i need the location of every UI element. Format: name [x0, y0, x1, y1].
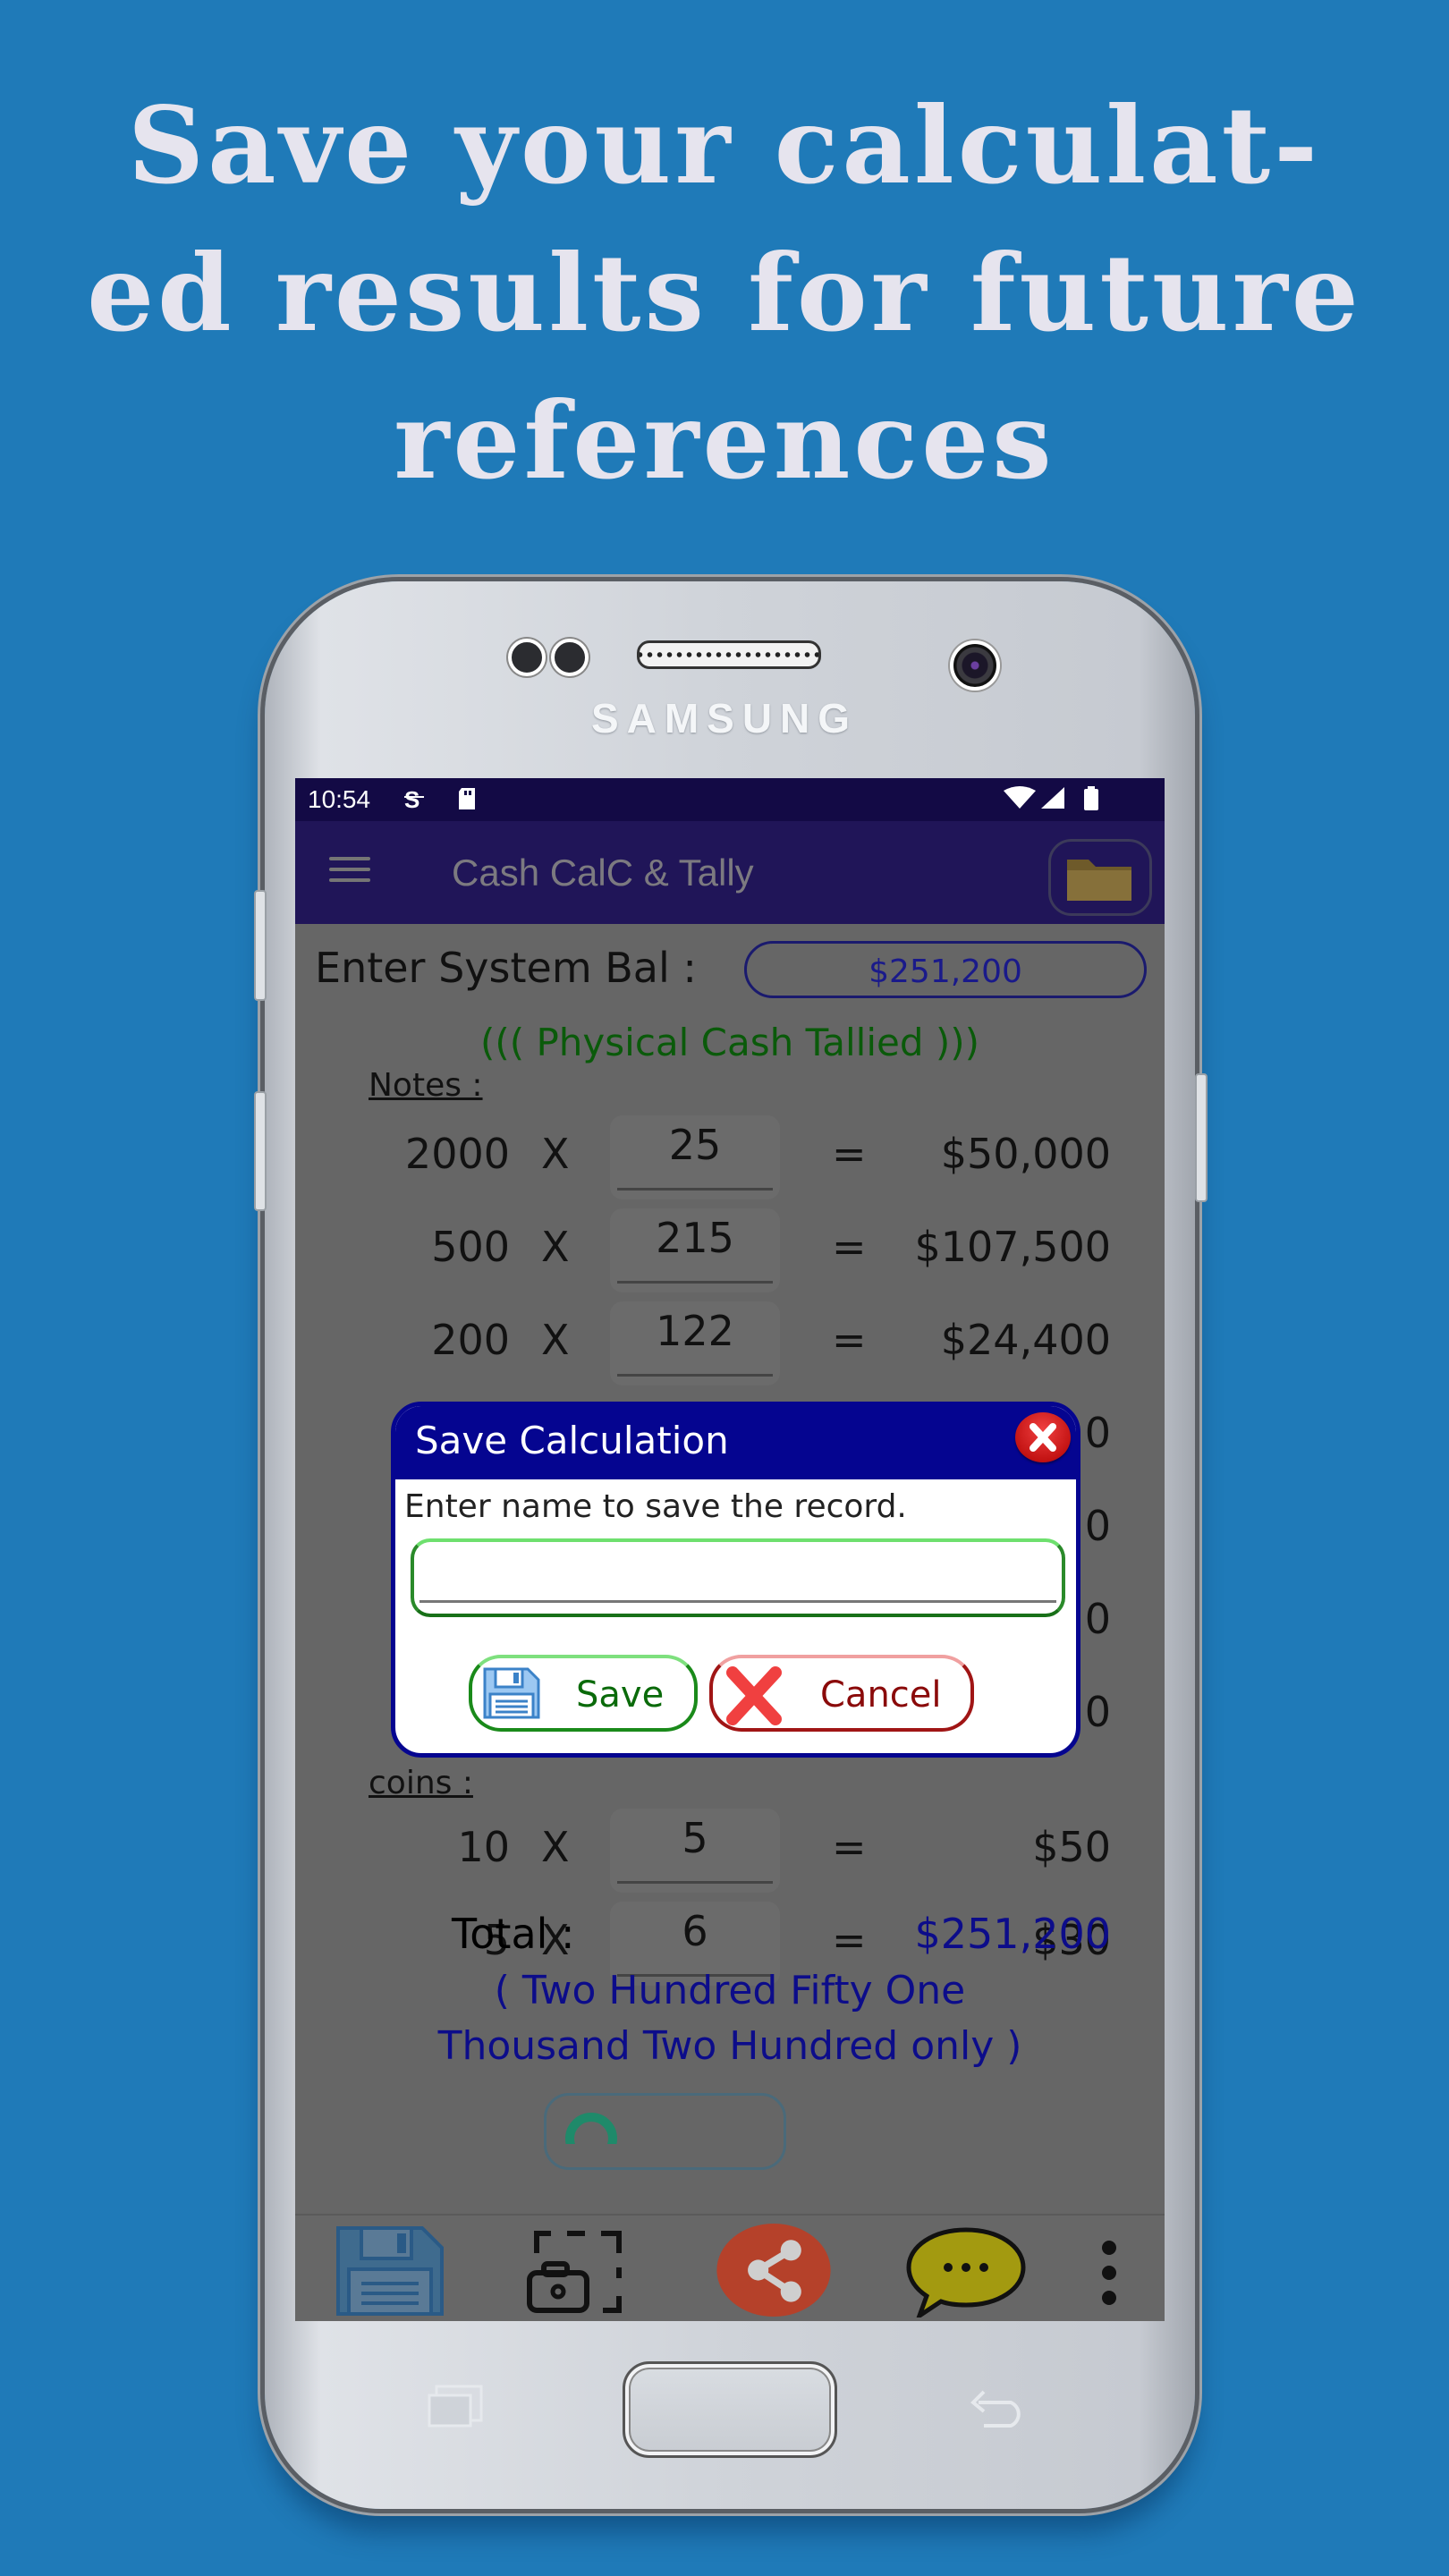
note-denomination: 500	[431, 1223, 510, 1271]
note-denomination: 200	[431, 1316, 510, 1364]
note-quantity-input[interactable]: 122	[610, 1301, 780, 1385]
close-icon	[1030, 1423, 1056, 1452]
multiply-sign: X	[541, 1130, 570, 1178]
total-value: $251,200	[914, 1910, 1112, 1958]
equals-sign: =	[832, 1316, 867, 1364]
sd-card-icon	[456, 785, 478, 818]
power-button	[1195, 1073, 1208, 1202]
clear-button[interactable]	[544, 2093, 786, 2170]
bottom-toolbar	[295, 2214, 1165, 2321]
coin-quantity-value: 5	[682, 1814, 708, 1862]
total-label: Total :	[452, 1910, 575, 1958]
total-words-line-1: ( Two Hundred Fifty One	[494, 1968, 966, 2013]
volume-up-button	[254, 890, 267, 1001]
light-sensor-icon	[551, 639, 589, 676]
note-quantity-value: 25	[668, 1121, 722, 1169]
sync-s-icon: S	[402, 785, 426, 818]
hidden-amount-suffix: 0	[1084, 1595, 1111, 1643]
coin-quantity-input[interactable]: 5	[610, 1809, 780, 1893]
coin-denomination: 10	[457, 1823, 510, 1871]
save-calculation-dialog: Save Calculation Enter name to save the …	[391, 1402, 1080, 1758]
save-floppy-icon	[483, 1667, 540, 1719]
cancel-x-icon	[726, 1666, 782, 1725]
note-amount: $107,500	[914, 1223, 1112, 1271]
record-name-field[interactable]	[411, 1538, 1065, 1617]
tally-status: ((( Physical Cash Tallied )))	[479, 1021, 980, 1064]
hidden-amount-suffix: 0	[1084, 1409, 1111, 1457]
note-row: 2000 X 25 = $50,000	[295, 1112, 1165, 1201]
volume-down-button	[254, 1091, 267, 1211]
save-button[interactable]: Save	[469, 1655, 698, 1732]
device-brand-logo: SAMSUNG	[590, 695, 859, 741]
note-amount: $24,400	[940, 1316, 1111, 1364]
battery-icon	[1082, 785, 1100, 818]
earpiece-speaker	[637, 640, 821, 669]
hidden-amount-suffix: 0	[1084, 1688, 1111, 1736]
total-in-words: ( Two Hundred Fifty One Thousand Two Hun…	[295, 1963, 1165, 2074]
note-quantity-input[interactable]: 25	[610, 1115, 780, 1199]
hidden-amount-suffix: 0	[1084, 1502, 1111, 1550]
home-button[interactable]	[623, 2361, 837, 2458]
wifi-icon	[1004, 785, 1036, 818]
multiply-sign: X	[541, 1223, 570, 1271]
svg-text:S: S	[404, 786, 419, 812]
cancel-button[interactable]: Cancel	[709, 1655, 974, 1732]
note-row: 500 X 215 = $107,500	[295, 1205, 1165, 1294]
equals-sign: =	[832, 1130, 867, 1178]
share-icon[interactable]	[711, 2223, 836, 2318]
headline-line-2: ed results for future	[87, 231, 1362, 355]
promo-headline: Save your calculat- ed results for futur…	[0, 72, 1449, 514]
system-balance-input[interactable]: $251,200	[744, 941, 1147, 998]
total-words-line-2: Thousand Two Hundred only )	[437, 2023, 1022, 2069]
signal-icon	[1039, 785, 1066, 818]
record-name-input[interactable]	[425, 1549, 1046, 1596]
note-row: 200 X 122 = $24,400	[295, 1298, 1165, 1387]
status-time: 10:54	[308, 785, 371, 813]
open-records-button[interactable]	[1048, 839, 1152, 916]
equals-sign: =	[832, 1823, 867, 1871]
dialog-close-button[interactable]	[1015, 1412, 1071, 1462]
save-floppy-icon[interactable]	[331, 2223, 447, 2318]
front-camera-icon	[950, 640, 1000, 691]
input-underline	[419, 1600, 1056, 1603]
coin-amount: $50	[1032, 1823, 1111, 1871]
note-quantity-value: 215	[656, 1214, 734, 1262]
coins-section-label: coins :	[369, 1765, 473, 1801]
save-button-label: Save	[576, 1674, 665, 1716]
dialog-prompt: Enter name to save the record.	[404, 1488, 907, 1525]
note-quantity-value: 122	[656, 1307, 734, 1355]
coin-row: 10 X 5 = $50	[295, 1805, 1165, 1894]
screenshot-camera-icon[interactable]	[526, 2223, 642, 2318]
note-amount: $50,000	[940, 1130, 1111, 1178]
multiply-sign: X	[541, 1823, 570, 1871]
multiply-sign: X	[541, 1316, 570, 1364]
cancel-button-label: Cancel	[820, 1674, 942, 1716]
notes-section-label: Notes :	[369, 1067, 483, 1104]
app-bar: Cash CalC & Tally	[295, 821, 1165, 924]
hamburger-menu-icon[interactable]	[329, 857, 370, 884]
system-balance-label: Enter System Bal :	[315, 944, 697, 992]
folder-icon	[1067, 860, 1131, 901]
status-bar: 10:54 S	[295, 778, 1165, 821]
app-title: Cash CalC & Tally	[452, 852, 754, 894]
coin-quantity-value: 6	[682, 1907, 708, 1955]
dialog-header: Save Calculation	[395, 1406, 1076, 1479]
clear-icon	[565, 2113, 617, 2144]
back-key-icon	[970, 2390, 1021, 2428]
note-denomination: 2000	[404, 1130, 510, 1178]
headline-line-1: Save your calculat-	[127, 83, 1322, 208]
dialog-title: Save Calculation	[415, 1419, 729, 1462]
note-quantity-input[interactable]: 215	[610, 1208, 780, 1292]
recent-apps-key-icon	[428, 2385, 483, 2428]
equals-sign: =	[832, 1223, 867, 1271]
headline-line-3: references	[394, 378, 1055, 503]
equals-sign: =	[832, 1916, 867, 1964]
proximity-sensor-icon	[508, 639, 546, 676]
more-vertical-icon[interactable]	[1096, 2223, 1123, 2318]
chat-bubble-icon[interactable]	[903, 2223, 1029, 2318]
